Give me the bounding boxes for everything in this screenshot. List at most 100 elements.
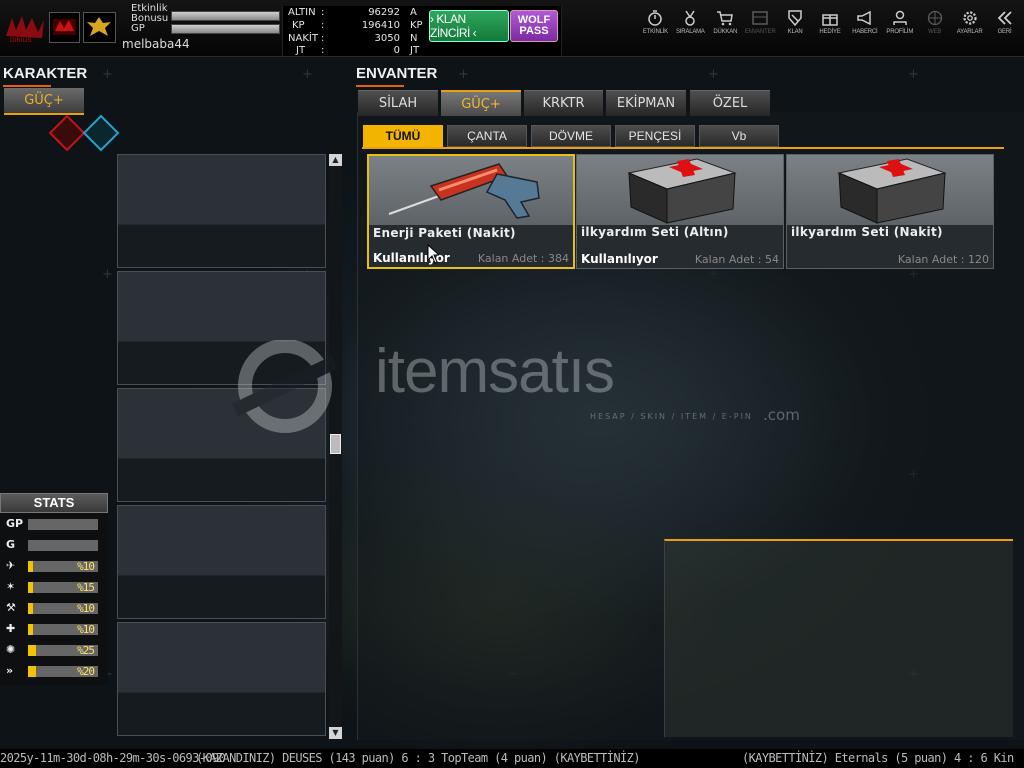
nav-haberci[interactable]: HABERCİ	[847, 10, 882, 40]
nav-dukkan[interactable]: DÜKKAN	[708, 10, 743, 40]
stat-bar: %25	[28, 645, 98, 656]
item-remaining: Kalan Adet : 54	[694, 253, 779, 266]
nav-hediye[interactable]: HEDİYE	[813, 10, 848, 40]
subtab-vb[interactable]: Vb	[699, 125, 779, 147]
slot-scrollbar[interactable]: ▲ ▼	[329, 154, 342, 739]
stat-row: ✚ %10	[6, 622, 102, 636]
dodge-icon: ✶	[6, 580, 16, 593]
currency-altin: ALTIN:96292 A	[288, 7, 417, 18]
dash-icon: »	[6, 664, 14, 677]
stat-bar-fill	[28, 645, 37, 656]
stat-bar-fill	[28, 603, 33, 614]
item-remaining: Kalan Adet : 384	[477, 252, 569, 265]
tab-ekipman[interactable]: EKİPMAN	[606, 90, 686, 116]
stats-panel: STATS GP G ✈ %10 ✶ %15 ⚒ %10 ✚ %10 ✺ %25 » %20	[0, 493, 108, 685]
stat-bar-fill	[28, 624, 33, 635]
stat-value: %10	[77, 623, 95, 636]
nav-profilim[interactable]: PROFİLİM	[882, 10, 917, 40]
heal-icon: ✚	[6, 622, 16, 635]
gear-icon	[963, 11, 977, 25]
watermark: itemsatıs HESAP / SKIN / ITEM / E-PIN .c…	[215, 337, 815, 440]
ticker-timestamp: 2025y-11m-30d-08h-29m-30s-0693-090	[0, 751, 226, 765]
tab-ozel[interactable]: ÖZEL	[690, 90, 770, 116]
inventory-icon	[752, 11, 768, 25]
character-slot[interactable]	[117, 622, 326, 736]
gp-bar	[171, 24, 280, 34]
inventory-title: ENVANTER	[356, 65, 438, 82]
stat-row: GP	[6, 517, 102, 531]
item-remaining: Kalan Adet : 120	[897, 253, 989, 266]
stat-row: » %20	[6, 664, 102, 678]
stat-bar: %15	[28, 582, 98, 593]
character-tab-guc[interactable]: GÜÇ+	[4, 88, 84, 115]
stat-bar	[28, 519, 98, 530]
character-slot[interactable]	[117, 505, 326, 619]
nav-siralama[interactable]: SIRALAMA	[673, 10, 708, 40]
stats-title: STATS	[0, 493, 108, 513]
gift-icon	[822, 14, 838, 26]
medal-icon	[685, 10, 696, 26]
subtab-pencesi[interactable]: PENÇESİ	[615, 125, 695, 147]
character-slot-list	[117, 154, 327, 739]
stat-label: G	[6, 538, 16, 551]
subtab-tumu[interactable]: TÜMÜ	[363, 125, 443, 147]
scroll-up-icon[interactable]: ▲	[329, 154, 342, 166]
stat-bar-fill	[28, 582, 33, 593]
character-slot[interactable]	[117, 154, 326, 268]
stat-bar: %10	[28, 561, 98, 572]
stat-value: %15	[77, 581, 95, 594]
scroll-down-icon[interactable]: ▼	[329, 727, 342, 739]
gp-label: GP	[131, 23, 145, 34]
run-icon: ✈	[6, 559, 16, 572]
stat-bar-fill	[28, 666, 37, 677]
stat-value: %10	[77, 560, 95, 573]
clan-emblem	[83, 12, 116, 43]
inventory-title-underline	[356, 85, 404, 87]
nav-envanter[interactable]: ENVANTER	[743, 10, 778, 40]
ticker-match: (KAYBETTİNİZ) Eternals (5 puan) 4 : 6 Ki…	[742, 751, 1014, 765]
tab-krktr[interactable]: KRKTR	[524, 90, 603, 116]
currency-nakit: NAKİT:3050 N	[288, 33, 418, 44]
subtab-dovme[interactable]: DÖVME	[531, 125, 611, 147]
item-detail-panel	[664, 539, 1013, 737]
megaphone-icon	[857, 10, 871, 26]
item-name: ilkyardım Seti (Nakit)	[791, 225, 943, 239]
globe-icon	[927, 10, 942, 26]
score-ticker: 2025y-11m-30d-08h-29m-30s-0693-090 (KAZA…	[0, 749, 1024, 768]
rank-emblem	[49, 12, 80, 43]
stat-row: ✶ %15	[6, 580, 102, 594]
tab-guc[interactable]: GÜÇ+	[441, 90, 521, 116]
shield-icon	[788, 10, 802, 26]
subtab-canta[interactable]: ÇANTA	[447, 125, 527, 147]
ammo-icon: ⚒	[6, 601, 16, 614]
first-aid-kit-icon	[837, 158, 947, 224]
tab-silah[interactable]: SİLAH	[358, 90, 438, 116]
item-card-first-aid-cash[interactable]: ilkyardım Seti (Nakit) Kalan Adet : 120	[786, 154, 994, 269]
stat-row: G	[6, 538, 102, 552]
nav-web[interactable]: WEB	[917, 10, 952, 40]
event-bonus-label: Etkinlik Bonusu	[131, 3, 169, 24]
event-bonus-bar	[171, 11, 280, 21]
watermark-tagline: HESAP / SKIN / ITEM / E-PIN	[590, 412, 753, 421]
username: melbaba44	[122, 37, 190, 51]
wolf-pass-button[interactable]: WOLF PASS	[510, 10, 558, 42]
nav-ayarlar[interactable]: AYARLAR	[952, 10, 987, 40]
top-nav: ETKİNLİK SIRALAMA DÜKKAN ENVANTER KLAN H…	[638, 10, 1022, 40]
svg-text:DIRILIS: DIRILIS	[10, 37, 31, 43]
stat-bar: %20	[28, 666, 98, 677]
character-title: KARAKTER	[3, 65, 88, 82]
profile-icon	[893, 10, 907, 25]
stat-value: %25	[77, 644, 95, 657]
item-card-first-aid-gold[interactable]: ilkyardım Seti (Altın) Kullanılıyor Kala…	[576, 154, 784, 269]
watermark-logo-icon	[231, 339, 339, 433]
clan-chain-button[interactable]: › KLAN ZİNCİRİ ‹	[429, 10, 509, 42]
stat-bar-fill	[28, 561, 33, 572]
stat-bar	[28, 540, 98, 551]
item-card-energy-pack[interactable]: Enerji Paketi (Nakit) Kullanılıyor Kalan…	[367, 154, 575, 269]
item-name: Enerji Paketi (Nakit)	[373, 226, 516, 240]
speed-icon: ✺	[6, 643, 16, 656]
nav-etkinlik[interactable]: ETKİNLİK	[638, 10, 673, 40]
nav-geri[interactable]: GERİ	[987, 10, 1022, 40]
nav-klan[interactable]: KLAN	[778, 10, 813, 40]
stat-row: ✺ %25	[6, 643, 102, 657]
